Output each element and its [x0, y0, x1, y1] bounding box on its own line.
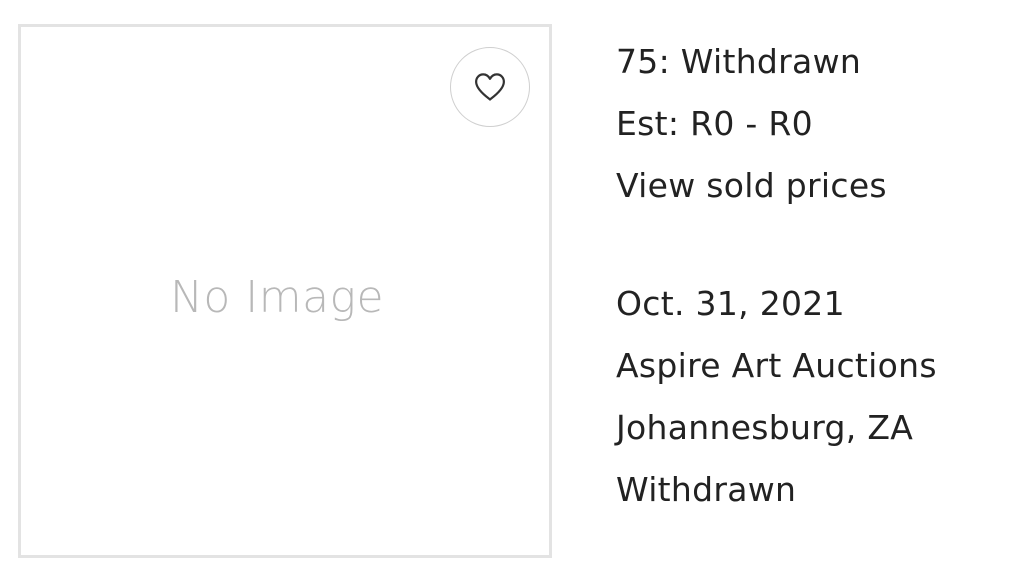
auction-date: Oct. 31, 2021	[616, 284, 845, 323]
lot-status: Withdrawn	[616, 470, 797, 509]
lot-title[interactable]: 75: Withdrawn	[616, 42, 1016, 82]
heart-outline-icon	[475, 73, 505, 101]
lot-image[interactable]: No Image	[18, 24, 552, 558]
view-sold-prices-label[interactable]: View sold prices	[616, 166, 887, 205]
auction-house-link[interactable]: Aspire Art Auctions	[616, 346, 1016, 386]
view-sold-prices-link[interactable]: View sold prices	[616, 166, 1016, 206]
lot-card: No Image 75: Withdrawn Est: R0 - R0 View…	[0, 0, 1032, 581]
auction-location: Johannesburg, ZA	[616, 408, 914, 447]
favorite-button[interactable]	[450, 47, 530, 127]
lot-estimate: Est: R0 - R0	[616, 104, 813, 143]
no-image-placeholder: No Image	[169, 272, 385, 323]
lot-details: 75: Withdrawn Est: R0 - R0 View sold pri…	[616, 42, 1016, 532]
